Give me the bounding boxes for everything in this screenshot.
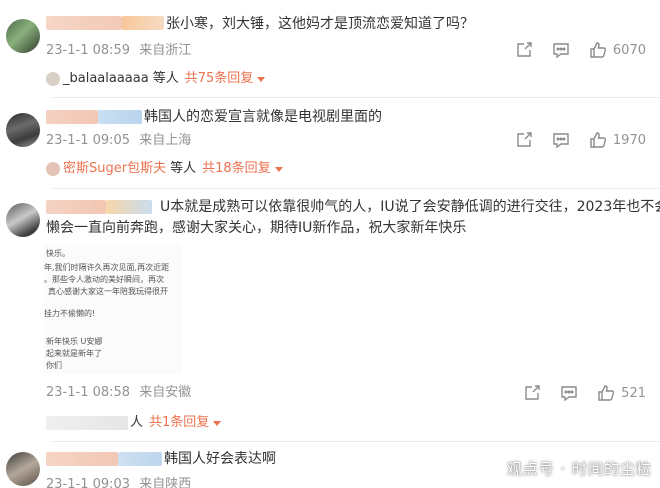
comment-meta: 23-1-1 08:59 来自浙江 [46,42,191,60]
comment-text-line: U本就是成熟可以依靠很帅气的人，IU说了会安静低调的进行交往，2023年也不会偷 [160,199,660,215]
username-blurred [106,200,152,214]
share-icon [525,385,540,400]
comment-button[interactable] [552,131,570,149]
comment-location: 来自安徽 [139,385,192,400]
reply-count[interactable]: 共75条回复 [185,70,254,88]
image-text-line: 真心感谢大家这一年陪我玩得很开 [48,287,168,296]
username-blurred[interactable] [46,200,106,214]
image-text-line: 快乐。 [46,249,70,258]
username-blurred [118,452,162,466]
like-count: 521 [621,385,646,401]
comment-timestamp: 23-1-1 08:59 [46,43,131,58]
like-button[interactable]: 6070 [589,41,646,59]
thumbs-up-icon [590,42,606,58]
thumbs-up-icon [590,132,606,148]
image-text-line: 起来就是新年了 [46,349,102,358]
username-blurred [122,16,164,30]
divider [52,441,660,442]
reply-avatar [46,162,60,176]
image-text-line: 新年快乐 U安娜 [46,337,103,346]
comment-button[interactable] [560,384,578,402]
comment-icon [553,43,569,59]
username-blurred[interactable] [46,16,122,30]
image-text-line: 你们 [46,361,62,370]
comment-text: 张小寒，刘大锤，这他妈才是顶流恋爱知道了吗？ [166,16,474,32]
attached-image[interactable]: 快乐。 年,我们时隔许久再次见面,再次近距 。那些令人激动的美好瞬间，再次 真心… [44,244,182,374]
chevron-down-icon [213,420,222,426]
comment-meta: 23-1-1 09:03 来自陕西 [46,476,191,488]
like-button[interactable]: 521 [597,384,646,402]
comment-location: 来自上海 [139,133,192,148]
share-button[interactable] [523,384,541,402]
replies-link[interactable]: _balaalaaaaa 等人 共75条回复 [46,70,266,88]
comment-actions: 521 [523,384,646,402]
avatar[interactable] [6,203,40,237]
share-icon [517,132,532,147]
like-count: 1970 [612,132,646,148]
avatar[interactable] [6,113,40,147]
avatar[interactable] [6,19,40,53]
comment-timestamp: 23-1-1 09:05 [46,133,131,148]
thumbs-up-icon [598,385,615,401]
comment-timestamp: 23-1-1 08:58 [46,385,131,400]
reply-username-blurred [46,416,128,430]
username-blurred[interactable] [46,110,98,124]
avatar[interactable] [6,452,40,486]
image-text-line: 挂力不偷懒的! [44,309,96,318]
comment-button[interactable] [552,41,570,59]
comment-timestamp: 23-1-1 09:03 [46,477,131,488]
divider [52,188,660,189]
share-button[interactable] [515,131,533,149]
comment-location: 来自陕西 [139,477,192,488]
comment-icon [553,133,569,149]
comment-meta: 23-1-1 09:05 来自上海 [46,132,191,150]
comment-location: 来自浙江 [139,43,192,58]
reply-etc: 等人 [152,71,179,86]
reply-avatar [46,72,60,86]
reply-etc: 人 [130,415,144,430]
replies-link[interactable]: 人 共1条回复 [46,414,222,432]
reply-etc: 等人 [170,161,197,176]
comment-actions: 1970 [515,131,646,149]
comment-text-line: 懒会一直向前奔跑，感谢大家关心，期待IU新作品，祝大家新年快乐 [46,220,467,236]
reply-username[interactable]: _balaalaaaaa [63,70,149,88]
share-button[interactable] [515,41,533,59]
comment-text: 韩国人好会表达啊 [164,451,276,467]
chevron-down-icon [274,166,283,172]
reply-username[interactable]: 密斯Suger包斯夫 [63,160,166,178]
watermark: 观点号 · 时间的尘粒 [506,460,652,478]
comment-text: 韩国人的恋爱宣言就像是电视剧里面的 [144,109,382,125]
share-icon [517,42,532,57]
comment-actions: 6070 [515,41,646,59]
image-text-line: 年,我们时隔许久再次见面,再次近距 [44,263,170,272]
username-blurred [98,110,142,124]
chevron-down-icon [257,76,266,82]
like-button[interactable]: 1970 [589,131,646,149]
replies-link[interactable]: 密斯Suger包斯夫 等人 共18条回复 [46,160,283,178]
reply-count[interactable]: 共1条回复 [149,414,209,432]
comment-meta: 23-1-1 08:58 来自安徽 [46,384,191,402]
reply-count[interactable]: 共18条回复 [202,160,271,178]
like-count: 6070 [612,42,646,58]
divider [52,97,660,98]
username-blurred[interactable] [46,452,118,466]
image-text-line: 。那些令人激动的美好瞬间，再次 [44,275,164,284]
comment-icon [561,386,577,402]
